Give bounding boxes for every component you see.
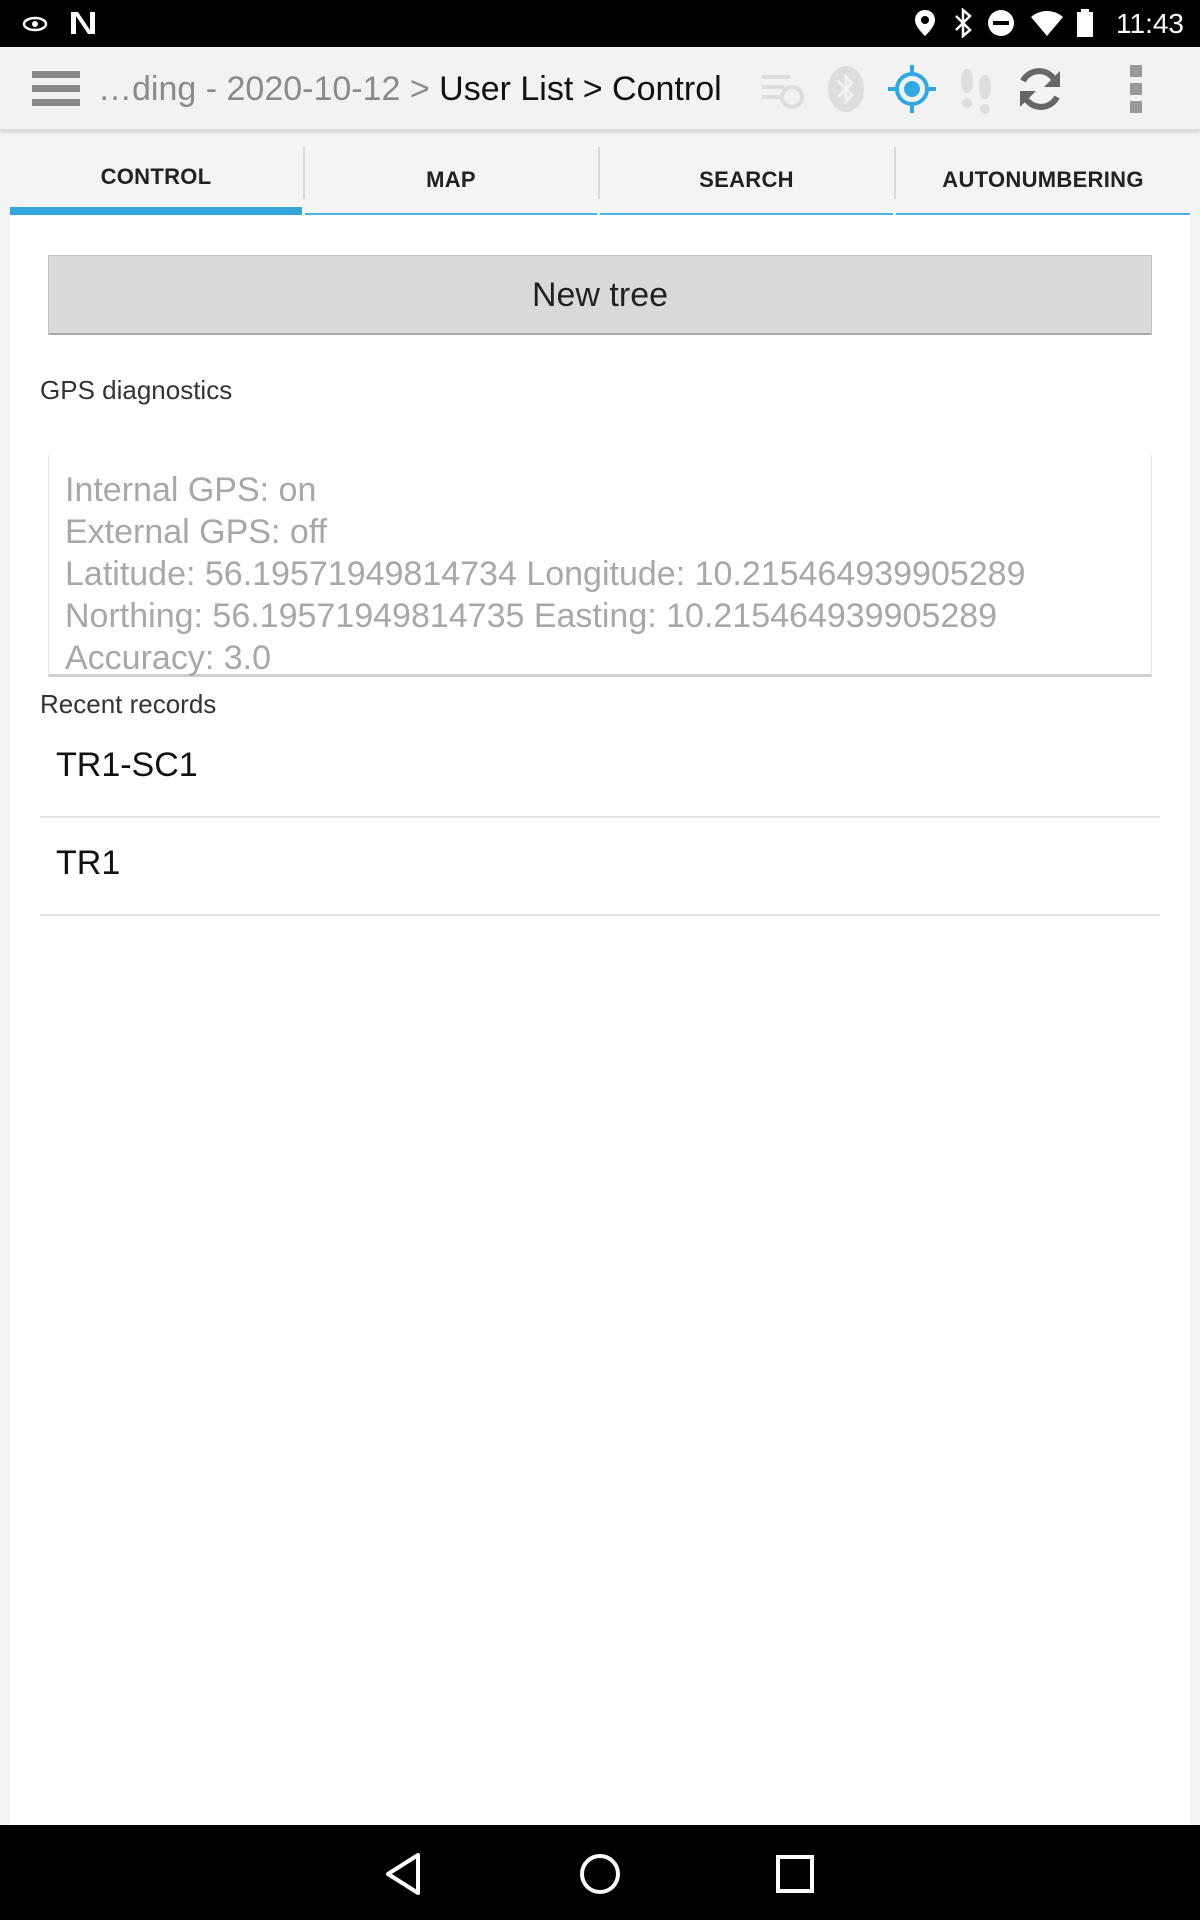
record-row[interactable]: TR1-SC1 xyxy=(40,720,1160,818)
gps-lat-long: Latitude: 56.19571949814734 Longitude: 1… xyxy=(65,555,1026,593)
tab-label: SEARCH xyxy=(699,167,794,192)
n-logo-icon xyxy=(71,12,95,34)
eye-icon xyxy=(22,16,48,32)
refresh-icon[interactable] xyxy=(1014,63,1066,115)
back-icon[interactable] xyxy=(378,1847,432,1901)
tab-map[interactable]: MAP xyxy=(305,147,597,215)
tab-autonumbering[interactable]: AUTONUMBERING xyxy=(896,147,1190,215)
gps-external-status: External GPS: off xyxy=(65,513,328,551)
navigation-bar xyxy=(0,1825,1200,1920)
tab-label: MAP xyxy=(426,167,476,192)
record-label: TR1-SC1 xyxy=(56,746,198,784)
tab-control[interactable]: CONTROL xyxy=(10,147,302,215)
control-panel: New tree GPS diagnostics Internal GPS: o… xyxy=(10,215,1190,1825)
breadcrumb[interactable]: …ding - 2020-10-12 > User List > Control xyxy=(98,67,722,111)
bluetooth-disabled-icon[interactable] xyxy=(820,63,872,115)
gps-diagnostics-box: Internal GPS: on External GPS: off Latit… xyxy=(48,455,1152,677)
gps-icon[interactable] xyxy=(886,63,938,115)
tab-search[interactable]: SEARCH xyxy=(600,147,893,215)
record-label: TR1 xyxy=(56,844,121,882)
clock: 11:43 xyxy=(1116,8,1184,39)
gps-accuracy: Accuracy: 3.0 xyxy=(65,639,271,677)
record-row[interactable]: TR1 xyxy=(40,818,1160,916)
overflow-icon[interactable] xyxy=(1110,63,1162,115)
recent-records-label: Recent records xyxy=(40,689,217,719)
do-not-disturb-icon xyxy=(988,10,1014,36)
location-pin-icon xyxy=(915,10,935,36)
sync-disabled-icon[interactable] xyxy=(756,63,808,115)
status-bar: 11:43 xyxy=(0,0,1200,47)
app-screen: 11:43 …ding - 2020-10-12 > User List > C… xyxy=(0,0,1200,1920)
gps-internal-status: Internal GPS: on xyxy=(65,471,317,509)
action-bar: …ding - 2020-10-12 > User List > Control xyxy=(0,47,1200,131)
gps-northing-easting: Northing: 56.19571949814735 Easting: 10.… xyxy=(65,597,998,635)
menu-icon[interactable] xyxy=(28,65,84,113)
battery-icon xyxy=(1077,9,1093,37)
home-icon[interactable] xyxy=(573,1847,627,1901)
tab-bar: CONTROL MAP SEARCH AUTONUMBERING xyxy=(10,147,1190,215)
breadcrumb-path: …ding - 2020-10-12 > xyxy=(98,70,430,108)
bluetooth-icon xyxy=(955,8,972,38)
recents-icon[interactable] xyxy=(768,1847,822,1901)
new-tree-button[interactable]: New tree xyxy=(48,255,1152,335)
footsteps-icon[interactable] xyxy=(950,63,1002,115)
wifi-icon xyxy=(1031,11,1063,36)
breadcrumb-current: User List > Control xyxy=(429,70,722,108)
gps-diagnostics-label: GPS diagnostics xyxy=(40,375,233,405)
tab-label: AUTONUMBERING xyxy=(942,167,1144,192)
tab-label: CONTROL xyxy=(100,164,212,189)
